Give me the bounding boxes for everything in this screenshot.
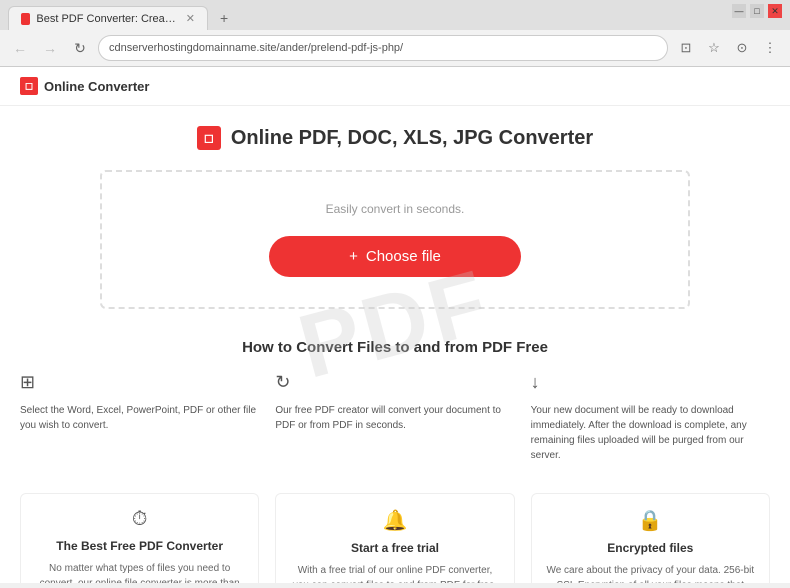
step-1-icon: ⊞	[20, 372, 259, 393]
feature-2-text: With a free trial of our online PDF conv…	[290, 563, 499, 583]
back-button[interactable]: ←	[8, 36, 32, 60]
browser-action-icons: ⊡ ☆ ⊙ ⋮	[674, 36, 782, 60]
tab-bar: Best PDF Converter: Create, Conv... ✕ + …	[0, 0, 790, 30]
tab-close-btn[interactable]: ✕	[186, 12, 195, 25]
step-3-text: Your new document will be ready to downl…	[531, 403, 770, 463]
feature-1-title: The Best Free PDF Converter	[35, 539, 244, 553]
feature-2-icon: 🔔	[290, 508, 499, 533]
address-bar[interactable]: cdnserverhostingdomainname.site/ander/pr…	[98, 35, 668, 61]
feature-3-text: We care about the privacy of your data. …	[546, 563, 755, 583]
site-header: ◻ Online Converter	[0, 67, 790, 106]
step-3: ↓ Your new document will be ready to dow…	[531, 372, 770, 463]
step-3-icon: ↓	[531, 372, 770, 393]
feature-card-1: ⏱ The Best Free PDF Converter No matter …	[20, 493, 259, 583]
step-2-icon: ↻	[275, 372, 514, 393]
feature-1-text: No matter what types of files you need t…	[35, 561, 244, 583]
how-to-title: How to Convert Files to and from PDF Fre…	[20, 339, 770, 356]
feature-3-title: Encrypted files	[546, 541, 755, 555]
steps-grid: ⊞ Select the Word, Excel, PowerPoint, PD…	[20, 372, 770, 463]
main-title: ◻ Online PDF, DOC, XLS, JPG Converter	[20, 126, 770, 150]
step-1-text: Select the Word, Excel, PowerPoint, PDF …	[20, 403, 259, 433]
feature-2-title: Start a free trial	[290, 541, 499, 555]
tab-title: Best PDF Converter: Create, Conv...	[36, 13, 175, 25]
feature-1-icon: ⏱	[35, 508, 244, 531]
feature-3-icon: 🔒	[546, 508, 755, 533]
step-1: ⊞ Select the Word, Excel, PowerPoint, PD…	[20, 372, 259, 463]
forward-button[interactable]: →	[38, 36, 62, 60]
logo-text: Online Converter	[44, 79, 149, 94]
logo-icon: ◻	[20, 77, 38, 95]
choose-file-label: Choose file	[366, 248, 441, 265]
upload-section: Easily convert in seconds. + Choose file	[0, 160, 790, 319]
minimize-button[interactable]: —	[732, 4, 746, 18]
new-tab-button[interactable]: +	[214, 8, 234, 28]
browser-chrome: Best PDF Converter: Create, Conv... ✕ + …	[0, 0, 790, 67]
active-tab[interactable]: Best PDF Converter: Create, Conv... ✕	[8, 6, 208, 30]
bookmark-icon[interactable]: ☆	[702, 36, 726, 60]
maximize-button[interactable]: □	[750, 4, 764, 18]
page-content: PDF ◻ Online Converter ◻ Online PDF, DOC…	[0, 67, 790, 583]
choose-file-button[interactable]: + Choose file	[269, 236, 521, 277]
plus-icon: +	[349, 248, 358, 265]
features-section: ⏱ The Best Free PDF Converter No matter …	[0, 483, 790, 583]
site-logo: ◻ Online Converter	[20, 77, 149, 95]
step-2-text: Our free PDF creator will convert your d…	[275, 403, 514, 433]
title-icon: ◻	[197, 126, 221, 150]
main-title-area: ◻ Online PDF, DOC, XLS, JPG Converter	[0, 106, 790, 160]
upload-box[interactable]: Easily convert in seconds. + Choose file	[100, 170, 690, 309]
menu-icon[interactable]: ⋮	[758, 36, 782, 60]
feature-card-2: 🔔 Start a free trial With a free trial o…	[275, 493, 514, 583]
nav-bar: ← → ↻ cdnserverhostingdomainname.site/an…	[0, 30, 790, 66]
how-to-section: How to Convert Files to and from PDF Fre…	[0, 319, 790, 483]
close-button[interactable]: ✕	[768, 4, 782, 18]
feature-card-3: 🔒 Encrypted files We care about the priv…	[531, 493, 770, 583]
upload-subtitle: Easily convert in seconds.	[122, 202, 668, 216]
step-2: ↻ Our free PDF creator will convert your…	[275, 372, 514, 463]
tab-favicon	[21, 13, 30, 25]
refresh-button[interactable]: ↻	[68, 36, 92, 60]
window-controls: — □ ✕	[732, 4, 782, 18]
account-icon[interactable]: ⊙	[730, 36, 754, 60]
cast-icon[interactable]: ⊡	[674, 36, 698, 60]
